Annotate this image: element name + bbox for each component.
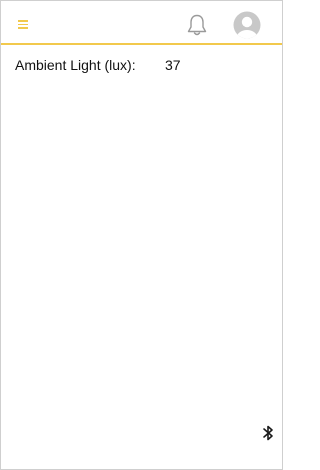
app-screen: Ambient Light (lux): 37 (0, 0, 283, 470)
ambient-light-row: Ambient Light (lux): 37 (15, 56, 272, 74)
ambient-light-value: 37 (165, 57, 181, 73)
hamburger-menu-icon[interactable] (18, 20, 28, 30)
top-app-bar (1, 1, 282, 45)
ambient-light-label: Ambient Light (lux): (15, 57, 136, 73)
bell-icon[interactable] (186, 13, 208, 37)
user-avatar-icon[interactable] (233, 11, 261, 39)
bluetooth-icon[interactable] (261, 424, 275, 442)
sensor-readings: Ambient Light (lux): 37 (15, 56, 272, 74)
